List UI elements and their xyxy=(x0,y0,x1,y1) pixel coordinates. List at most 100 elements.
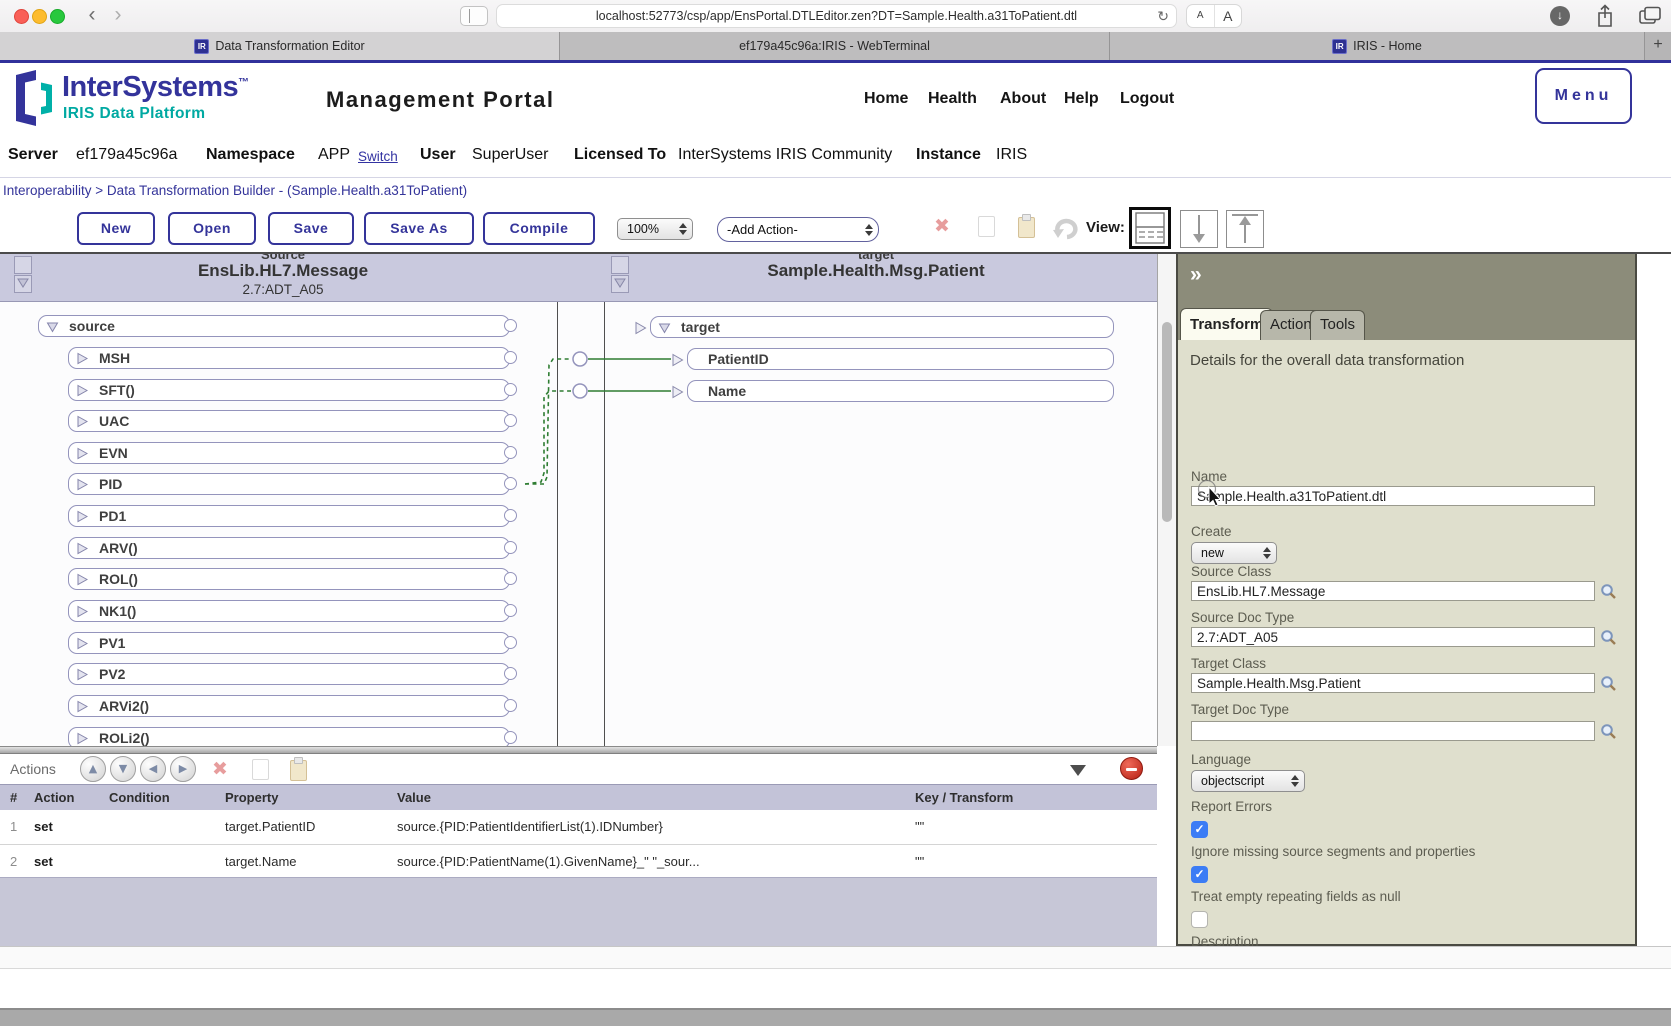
move-down-button[interactable]: ▼ xyxy=(110,756,136,782)
scrollbar-thumb[interactable] xyxy=(1162,322,1172,522)
tree-row-sft[interactable]: SFT() xyxy=(68,379,517,401)
menu-button[interactable]: Menu xyxy=(1535,68,1632,124)
connector-port[interactable] xyxy=(504,699,517,712)
breadcrumb[interactable]: Interoperability > Data Transformation B… xyxy=(3,183,467,198)
tree-row-arv[interactable]: ARV() xyxy=(68,537,517,559)
expand-triangle-icon[interactable] xyxy=(76,668,88,681)
close-window-button[interactable] xyxy=(14,9,29,24)
connector-port[interactable] xyxy=(504,446,517,459)
scroll-down-control[interactable] xyxy=(14,275,32,293)
compile-button[interactable]: Compile xyxy=(483,212,595,245)
language-select[interactable]: objectscript xyxy=(1191,770,1305,792)
tree-row-rol[interactable]: ROL() xyxy=(68,568,517,590)
horizontal-scrollbar[interactable] xyxy=(0,946,1671,969)
tree-row-roli2[interactable]: ROLi2() xyxy=(68,727,517,746)
remove-panel-button[interactable] xyxy=(1120,757,1143,780)
forward-button[interactable]: › xyxy=(106,3,130,27)
view-split-button[interactable] xyxy=(1129,207,1171,249)
expand-triangle-icon[interactable] xyxy=(76,415,88,428)
collapse-triangle-icon[interactable] xyxy=(658,321,671,334)
scroll-up-control[interactable] xyxy=(611,256,629,274)
minimize-window-button[interactable] xyxy=(32,9,47,24)
switch-link[interactable]: Switch xyxy=(358,149,398,164)
outdent-button[interactable]: ◀ xyxy=(140,756,166,782)
expand-triangle-icon[interactable] xyxy=(76,637,88,650)
tree-row-pv2[interactable]: PV2 xyxy=(68,663,517,685)
indent-button[interactable]: ▶ xyxy=(170,756,196,782)
expand-triangle-icon[interactable] xyxy=(76,447,88,460)
nav-home[interactable]: Home xyxy=(864,90,908,108)
tree-row-nk1[interactable]: NK1() xyxy=(68,600,517,622)
connector-node[interactable] xyxy=(572,351,588,367)
font-size-buttons[interactable]: A A xyxy=(1186,4,1242,28)
connector-port[interactable] xyxy=(504,731,517,744)
connector-port[interactable] xyxy=(504,477,517,490)
connector-port[interactable] xyxy=(504,383,517,396)
save-button[interactable]: Save xyxy=(268,212,354,245)
ignore-missing-checkbox[interactable]: ✓ xyxy=(1191,866,1208,883)
name-field[interactable] xyxy=(1191,486,1595,506)
connector-port[interactable] xyxy=(504,541,517,554)
search-class-icon[interactable] xyxy=(1600,675,1617,692)
back-button[interactable]: ‹ xyxy=(80,3,104,27)
expand-triangle-icon[interactable] xyxy=(76,478,88,491)
save-as-button[interactable]: Save As xyxy=(364,212,474,245)
zoom-window-button[interactable] xyxy=(50,9,65,24)
treat-empty-checkbox[interactable] xyxy=(1191,911,1208,928)
open-button[interactable]: Open xyxy=(168,212,256,245)
tab-iris-home[interactable]: IR IRIS - Home xyxy=(1110,32,1645,60)
nav-about[interactable]: About xyxy=(1000,90,1046,108)
horizontal-splitter[interactable] xyxy=(0,746,1157,754)
connector-port[interactable] xyxy=(504,509,517,522)
search-doctype-icon[interactable] xyxy=(1600,723,1617,740)
expand-triangle-icon[interactable] xyxy=(76,573,88,586)
connector-port[interactable] xyxy=(504,667,517,680)
font-larger-button[interactable]: A xyxy=(1215,5,1242,27)
table-row[interactable]: 1 set target.PatientID source.{PID:Patie… xyxy=(0,810,1157,844)
connector-port[interactable] xyxy=(504,351,517,364)
zoom-select[interactable]: 100% xyxy=(617,218,693,240)
expand-triangle-icon[interactable] xyxy=(76,700,88,713)
tree-row-source-root[interactable]: source xyxy=(38,315,517,337)
tab-overview-icon[interactable] xyxy=(1638,6,1662,26)
diagram-vertical-scrollbar[interactable] xyxy=(1157,254,1176,746)
search-class-icon[interactable] xyxy=(1600,583,1617,600)
search-doctype-icon[interactable] xyxy=(1600,629,1617,646)
view-top-button[interactable] xyxy=(1226,210,1264,248)
tab-webterminal[interactable]: ef179a45c96a:IRIS - WebTerminal xyxy=(560,32,1110,60)
nav-help[interactable]: Help xyxy=(1064,90,1099,108)
font-smaller-button[interactable]: A xyxy=(1187,5,1215,27)
tree-row-pd1[interactable]: PD1 xyxy=(68,505,517,527)
sidebar-toggle-icon[interactable] xyxy=(460,6,488,26)
tree-row-pv1[interactable]: PV1 xyxy=(68,632,517,654)
downloads-icon[interactable]: ↓ xyxy=(1550,6,1570,26)
create-select[interactable]: new xyxy=(1191,542,1277,564)
tree-row-patientid[interactable]: PatientID xyxy=(672,348,1114,370)
expand-triangle-icon[interactable] xyxy=(76,542,88,555)
reload-icon[interactable]: ↻ xyxy=(1157,5,1169,27)
source-doc-type-field[interactable] xyxy=(1191,627,1595,647)
address-bar[interactable]: localhost:52773/csp/app/EnsPortal.DTLEdi… xyxy=(496,4,1177,28)
tree-row-pid[interactable]: PID xyxy=(68,473,517,495)
nav-health[interactable]: Health xyxy=(928,90,977,108)
connector-port[interactable] xyxy=(504,604,517,617)
tree-row-name[interactable]: Name xyxy=(672,380,1114,402)
connector-port[interactable] xyxy=(504,572,517,585)
target-class-field[interactable] xyxy=(1191,673,1595,693)
nav-logout[interactable]: Logout xyxy=(1120,90,1174,108)
connector-port[interactable] xyxy=(504,319,517,332)
view-bottom-button[interactable] xyxy=(1180,210,1218,248)
expand-triangle-icon[interactable] xyxy=(76,510,88,523)
scroll-down-control[interactable] xyxy=(611,275,629,293)
collapse-panel-icon[interactable]: » xyxy=(1190,263,1202,287)
scroll-up-control[interactable] xyxy=(14,256,32,274)
expand-triangle-icon[interactable] xyxy=(76,605,88,618)
tree-row-evn[interactable]: EVN xyxy=(68,442,517,464)
tab-data-transformation-editor[interactable]: IR Data Transformation Editor xyxy=(0,32,560,60)
connector-port[interactable] xyxy=(504,414,517,427)
new-tab-button[interactable]: + xyxy=(1645,32,1671,60)
source-class-field[interactable] xyxy=(1191,581,1595,601)
expand-triangle-icon[interactable] xyxy=(76,352,88,365)
add-action-select[interactable]: -Add Action- xyxy=(717,217,879,242)
expand-triangle-icon[interactable] xyxy=(76,732,88,745)
